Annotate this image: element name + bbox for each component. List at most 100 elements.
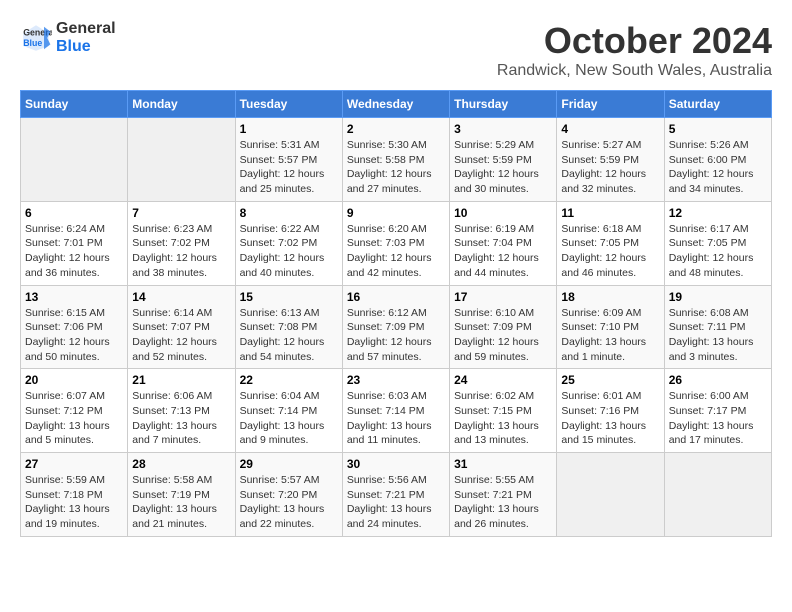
title-area: October 2024 Randwick, New South Wales, … (497, 20, 772, 80)
day-number: 27 (25, 457, 123, 471)
calendar-cell: 12 Sunrise: 6:17 AM Sunset: 7:05 PM Dayli… (664, 201, 771, 285)
day-info: Sunrise: 6:09 AM Sunset: 7:10 PM Dayligh… (561, 306, 659, 365)
calendar-cell: 29Sunrise: 5:57 AM Sunset: 7:20 PM Dayli… (235, 453, 342, 537)
day-info: Sunrise: 6:14 AM Sunset: 7:07 PM Dayligh… (132, 306, 230, 365)
day-number: 8 (240, 206, 338, 220)
calendar-header: SundayMondayTuesdayWednesdayThursdayFrid… (21, 91, 772, 118)
calendar-cell: 1 Sunrise: 5:31 AM Sunset: 5:57 PM Daylig… (235, 118, 342, 202)
calendar-cell: 8 Sunrise: 6:22 AM Sunset: 7:02 PM Daylig… (235, 201, 342, 285)
day-info: Sunrise: 6:10 AM Sunset: 7:09 PM Dayligh… (454, 306, 552, 365)
calendar-cell: 14 Sunrise: 6:14 AM Sunset: 7:07 PM Dayli… (128, 285, 235, 369)
day-number: 4 (561, 122, 659, 136)
calendar-week-3: 13Sunrise: 6:15 AM Sunset: 7:06 PM Dayli… (21, 285, 772, 369)
calendar-cell: 10 Sunrise: 6:19 AM Sunset: 7:04 PM Dayli… (450, 201, 557, 285)
calendar-cell: 15 Sunrise: 6:13 AM Sunset: 7:08 PM Dayli… (235, 285, 342, 369)
day-info: Sunrise: 5:30 AM Sunset: 5:58 PM Dayligh… (347, 138, 445, 197)
day-number: 2 (347, 122, 445, 136)
day-info: Sunrise: 5:31 AM Sunset: 5:57 PM Dayligh… (240, 138, 338, 197)
calendar-cell (128, 118, 235, 202)
day-info: Sunrise: 6:18 AM Sunset: 7:05 PM Dayligh… (561, 222, 659, 281)
day-number: 18 (561, 290, 659, 304)
day-info: Sunrise: 6:06 AM Sunset: 7:13 PM Dayligh… (132, 389, 230, 448)
calendar-cell: 18 Sunrise: 6:09 AM Sunset: 7:10 PM Dayli… (557, 285, 664, 369)
calendar-cell: 30 Sunrise: 5:56 AM Sunset: 7:21 PM Dayli… (342, 453, 449, 537)
calendar-week-1: 1 Sunrise: 5:31 AM Sunset: 5:57 PM Daylig… (21, 118, 772, 202)
day-info: Sunrise: 6:17 AM Sunset: 7:05 PM Dayligh… (669, 222, 767, 281)
calendar-cell: 2 Sunrise: 5:30 AM Sunset: 5:58 PM Daylig… (342, 118, 449, 202)
logo-icon: General Blue (20, 22, 52, 54)
calendar-cell: 23 Sunrise: 6:03 AM Sunset: 7:14 PM Dayli… (342, 369, 449, 453)
day-number: 21 (132, 373, 230, 387)
day-number: 23 (347, 373, 445, 387)
day-number: 10 (454, 206, 552, 220)
day-number: 9 (347, 206, 445, 220)
day-number: 31 (454, 457, 552, 471)
day-number: 11 (561, 206, 659, 220)
day-info: Sunrise: 5:27 AM Sunset: 5:59 PM Dayligh… (561, 138, 659, 197)
day-number: 3 (454, 122, 552, 136)
day-info: Sunrise: 5:59 AM Sunset: 7:18 PM Dayligh… (25, 473, 123, 532)
day-number: 19 (669, 290, 767, 304)
day-info: Sunrise: 5:55 AM Sunset: 7:21 PM Dayligh… (454, 473, 552, 532)
day-number: 24 (454, 373, 552, 387)
calendar-cell: 24Sunrise: 6:02 AM Sunset: 7:15 PM Dayli… (450, 369, 557, 453)
day-info: Sunrise: 6:01 AM Sunset: 7:16 PM Dayligh… (561, 389, 659, 448)
calendar-table: SundayMondayTuesdayWednesdayThursdayFrid… (20, 90, 772, 537)
weekday-header-tuesday: Tuesday (235, 91, 342, 118)
calendar-cell: 6 Sunrise: 6:24 AM Sunset: 7:01 PM Daylig… (21, 201, 128, 285)
day-info: Sunrise: 5:56 AM Sunset: 7:21 PM Dayligh… (347, 473, 445, 532)
day-number: 16 (347, 290, 445, 304)
calendar-week-5: 27 Sunrise: 5:59 AM Sunset: 7:18 PM Dayli… (21, 453, 772, 537)
day-number: 14 (132, 290, 230, 304)
day-info: Sunrise: 6:23 AM Sunset: 7:02 PM Dayligh… (132, 222, 230, 281)
day-number: 1 (240, 122, 338, 136)
month-title: October 2024 (497, 20, 772, 62)
logo-general: General (56, 20, 116, 38)
day-number: 22 (240, 373, 338, 387)
day-info: Sunrise: 5:26 AM Sunset: 6:00 PM Dayligh… (669, 138, 767, 197)
calendar-cell (664, 453, 771, 537)
page-header: General Blue General Blue October 2024 R… (20, 20, 772, 80)
day-info: Sunrise: 6:12 AM Sunset: 7:09 PM Dayligh… (347, 306, 445, 365)
calendar-cell (21, 118, 128, 202)
calendar-cell: 17Sunrise: 6:10 AM Sunset: 7:09 PM Dayli… (450, 285, 557, 369)
calendar-cell: 13Sunrise: 6:15 AM Sunset: 7:06 PM Dayli… (21, 285, 128, 369)
calendar-cell: 7Sunrise: 6:23 AM Sunset: 7:02 PM Daylig… (128, 201, 235, 285)
day-number: 12 (669, 206, 767, 220)
day-number: 6 (25, 206, 123, 220)
day-info: Sunrise: 6:22 AM Sunset: 7:02 PM Dayligh… (240, 222, 338, 281)
day-info: Sunrise: 6:19 AM Sunset: 7:04 PM Dayligh… (454, 222, 552, 281)
day-info: Sunrise: 6:00 AM Sunset: 7:17 PM Dayligh… (669, 389, 767, 448)
day-info: Sunrise: 6:13 AM Sunset: 7:08 PM Dayligh… (240, 306, 338, 365)
day-info: Sunrise: 5:29 AM Sunset: 5:59 PM Dayligh… (454, 138, 552, 197)
day-info: Sunrise: 6:03 AM Sunset: 7:14 PM Dayligh… (347, 389, 445, 448)
logo-blue: Blue (56, 38, 116, 56)
calendar-cell: 16 Sunrise: 6:12 AM Sunset: 7:09 PM Dayli… (342, 285, 449, 369)
calendar-cell: 25 Sunrise: 6:01 AM Sunset: 7:16 PM Dayli… (557, 369, 664, 453)
weekday-header-sunday: Sunday (21, 91, 128, 118)
calendar-cell (557, 453, 664, 537)
weekday-header-saturday: Saturday (664, 91, 771, 118)
day-number: 13 (25, 290, 123, 304)
calendar-cell: 28Sunrise: 5:58 AM Sunset: 7:19 PM Dayli… (128, 453, 235, 537)
day-info: Sunrise: 6:24 AM Sunset: 7:01 PM Dayligh… (25, 222, 123, 281)
location-title: Randwick, New South Wales, Australia (497, 62, 772, 80)
day-number: 30 (347, 457, 445, 471)
day-number: 28 (132, 457, 230, 471)
calendar-cell: 31 Sunrise: 5:55 AM Sunset: 7:21 PM Dayli… (450, 453, 557, 537)
calendar-cell: 9 Sunrise: 6:20 AM Sunset: 7:03 PM Daylig… (342, 201, 449, 285)
day-info: Sunrise: 6:20 AM Sunset: 7:03 PM Dayligh… (347, 222, 445, 281)
calendar-cell: 3 Sunrise: 5:29 AM Sunset: 5:59 PM Daylig… (450, 118, 557, 202)
day-number: 15 (240, 290, 338, 304)
day-number: 25 (561, 373, 659, 387)
day-info: Sunrise: 6:07 AM Sunset: 7:12 PM Dayligh… (25, 389, 123, 448)
day-number: 26 (669, 373, 767, 387)
day-number: 20 (25, 373, 123, 387)
calendar-cell: 22 Sunrise: 6:04 AM Sunset: 7:14 PM Dayli… (235, 369, 342, 453)
day-info: Sunrise: 6:04 AM Sunset: 7:14 PM Dayligh… (240, 389, 338, 448)
calendar-cell: 19 Sunrise: 6:08 AM Sunset: 7:11 PM Dayli… (664, 285, 771, 369)
day-info: Sunrise: 6:08 AM Sunset: 7:11 PM Dayligh… (669, 306, 767, 365)
svg-text:Blue: Blue (23, 38, 42, 48)
weekday-header-monday: Monday (128, 91, 235, 118)
calendar-cell: 26 Sunrise: 6:00 AM Sunset: 7:17 PM Dayli… (664, 369, 771, 453)
